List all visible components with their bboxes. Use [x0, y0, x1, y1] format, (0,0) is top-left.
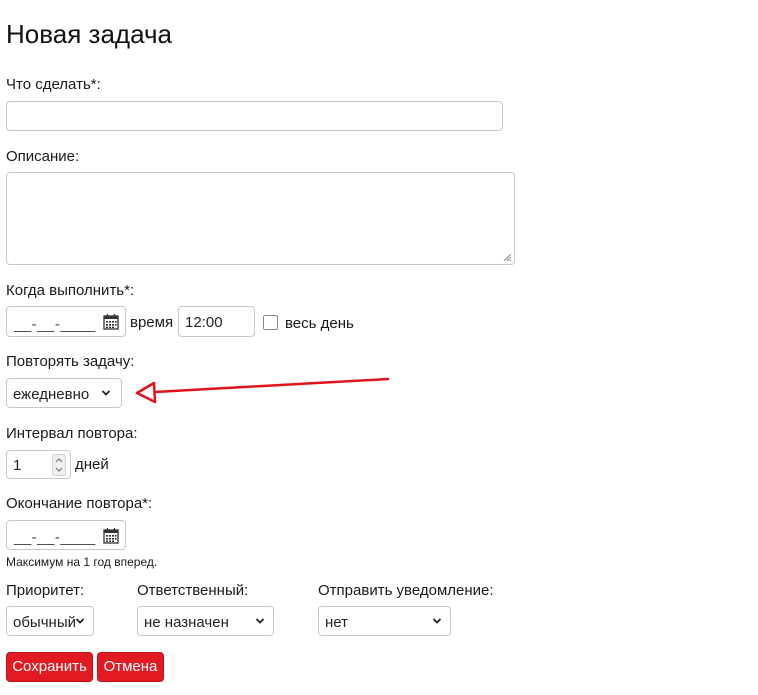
what-input[interactable] — [6, 101, 503, 131]
repeat-label: Повторять задачу: — [6, 353, 135, 370]
when-label: Когда выполнить*: — [6, 282, 135, 299]
cancel-button[interactable]: Отмена — [97, 652, 164, 682]
interval-label: Интервал повтора: — [6, 425, 138, 442]
chevron-down-icon — [432, 618, 442, 624]
interval-number-input[interactable]: 1 — [6, 450, 71, 479]
save-button[interactable]: Сохранить — [6, 652, 93, 682]
description-label: Описание: — [6, 148, 80, 165]
interval-value: 1 — [13, 457, 22, 474]
time-input-value: 12:00 — [185, 314, 223, 331]
responsible-label: Ответственный: — [137, 582, 249, 599]
notify-select[interactable]: нет — [318, 606, 451, 636]
chevron-down-icon — [255, 618, 265, 624]
notify-select-value: нет — [325, 614, 348, 631]
all-day-label: весь день — [285, 315, 354, 332]
responsible-select[interactable]: не назначен — [137, 606, 274, 636]
repeat-end-date-input[interactable]: __-__-____ — [6, 520, 126, 550]
repeat-select-value: ежедневно — [13, 386, 90, 403]
when-date-input[interactable]: __-__-____ — [6, 306, 126, 337]
calendar-icon[interactable] — [103, 313, 119, 330]
description-textarea[interactable] — [6, 172, 515, 265]
spinner-arrows-icon[interactable] — [52, 454, 66, 476]
notify-label: Отправить уведомление: — [318, 582, 494, 599]
repeat-end-hint: Максимум на 1 год вперед. — [6, 555, 158, 569]
priority-select-value: обычный — [13, 614, 76, 631]
priority-select[interactable]: обычный — [6, 606, 94, 636]
priority-label: Приоритет: — [6, 582, 85, 599]
repeat-end-label: Окончание повтора*: — [6, 495, 153, 512]
interval-unit: дней — [75, 456, 109, 473]
repeat-select[interactable]: ежедневно — [6, 378, 122, 408]
chevron-down-icon — [101, 390, 111, 396]
time-input[interactable]: 12:00 — [178, 306, 255, 337]
time-label: время — [130, 314, 174, 331]
resize-grip-icon[interactable] — [503, 253, 512, 262]
repeat-end-date-placeholder: __-__-____ — [14, 529, 96, 546]
when-date-placeholder: __-__-____ — [14, 316, 96, 333]
annotation-arrow — [135, 377, 390, 404]
responsible-select-value: не назначен — [144, 614, 229, 631]
chevron-down-icon — [75, 618, 85, 624]
what-label: Что сделать*: — [6, 76, 101, 93]
all-day-checkbox[interactable] — [263, 315, 278, 330]
page-title: Новая задача — [6, 19, 172, 49]
calendar-icon[interactable] — [103, 527, 119, 544]
